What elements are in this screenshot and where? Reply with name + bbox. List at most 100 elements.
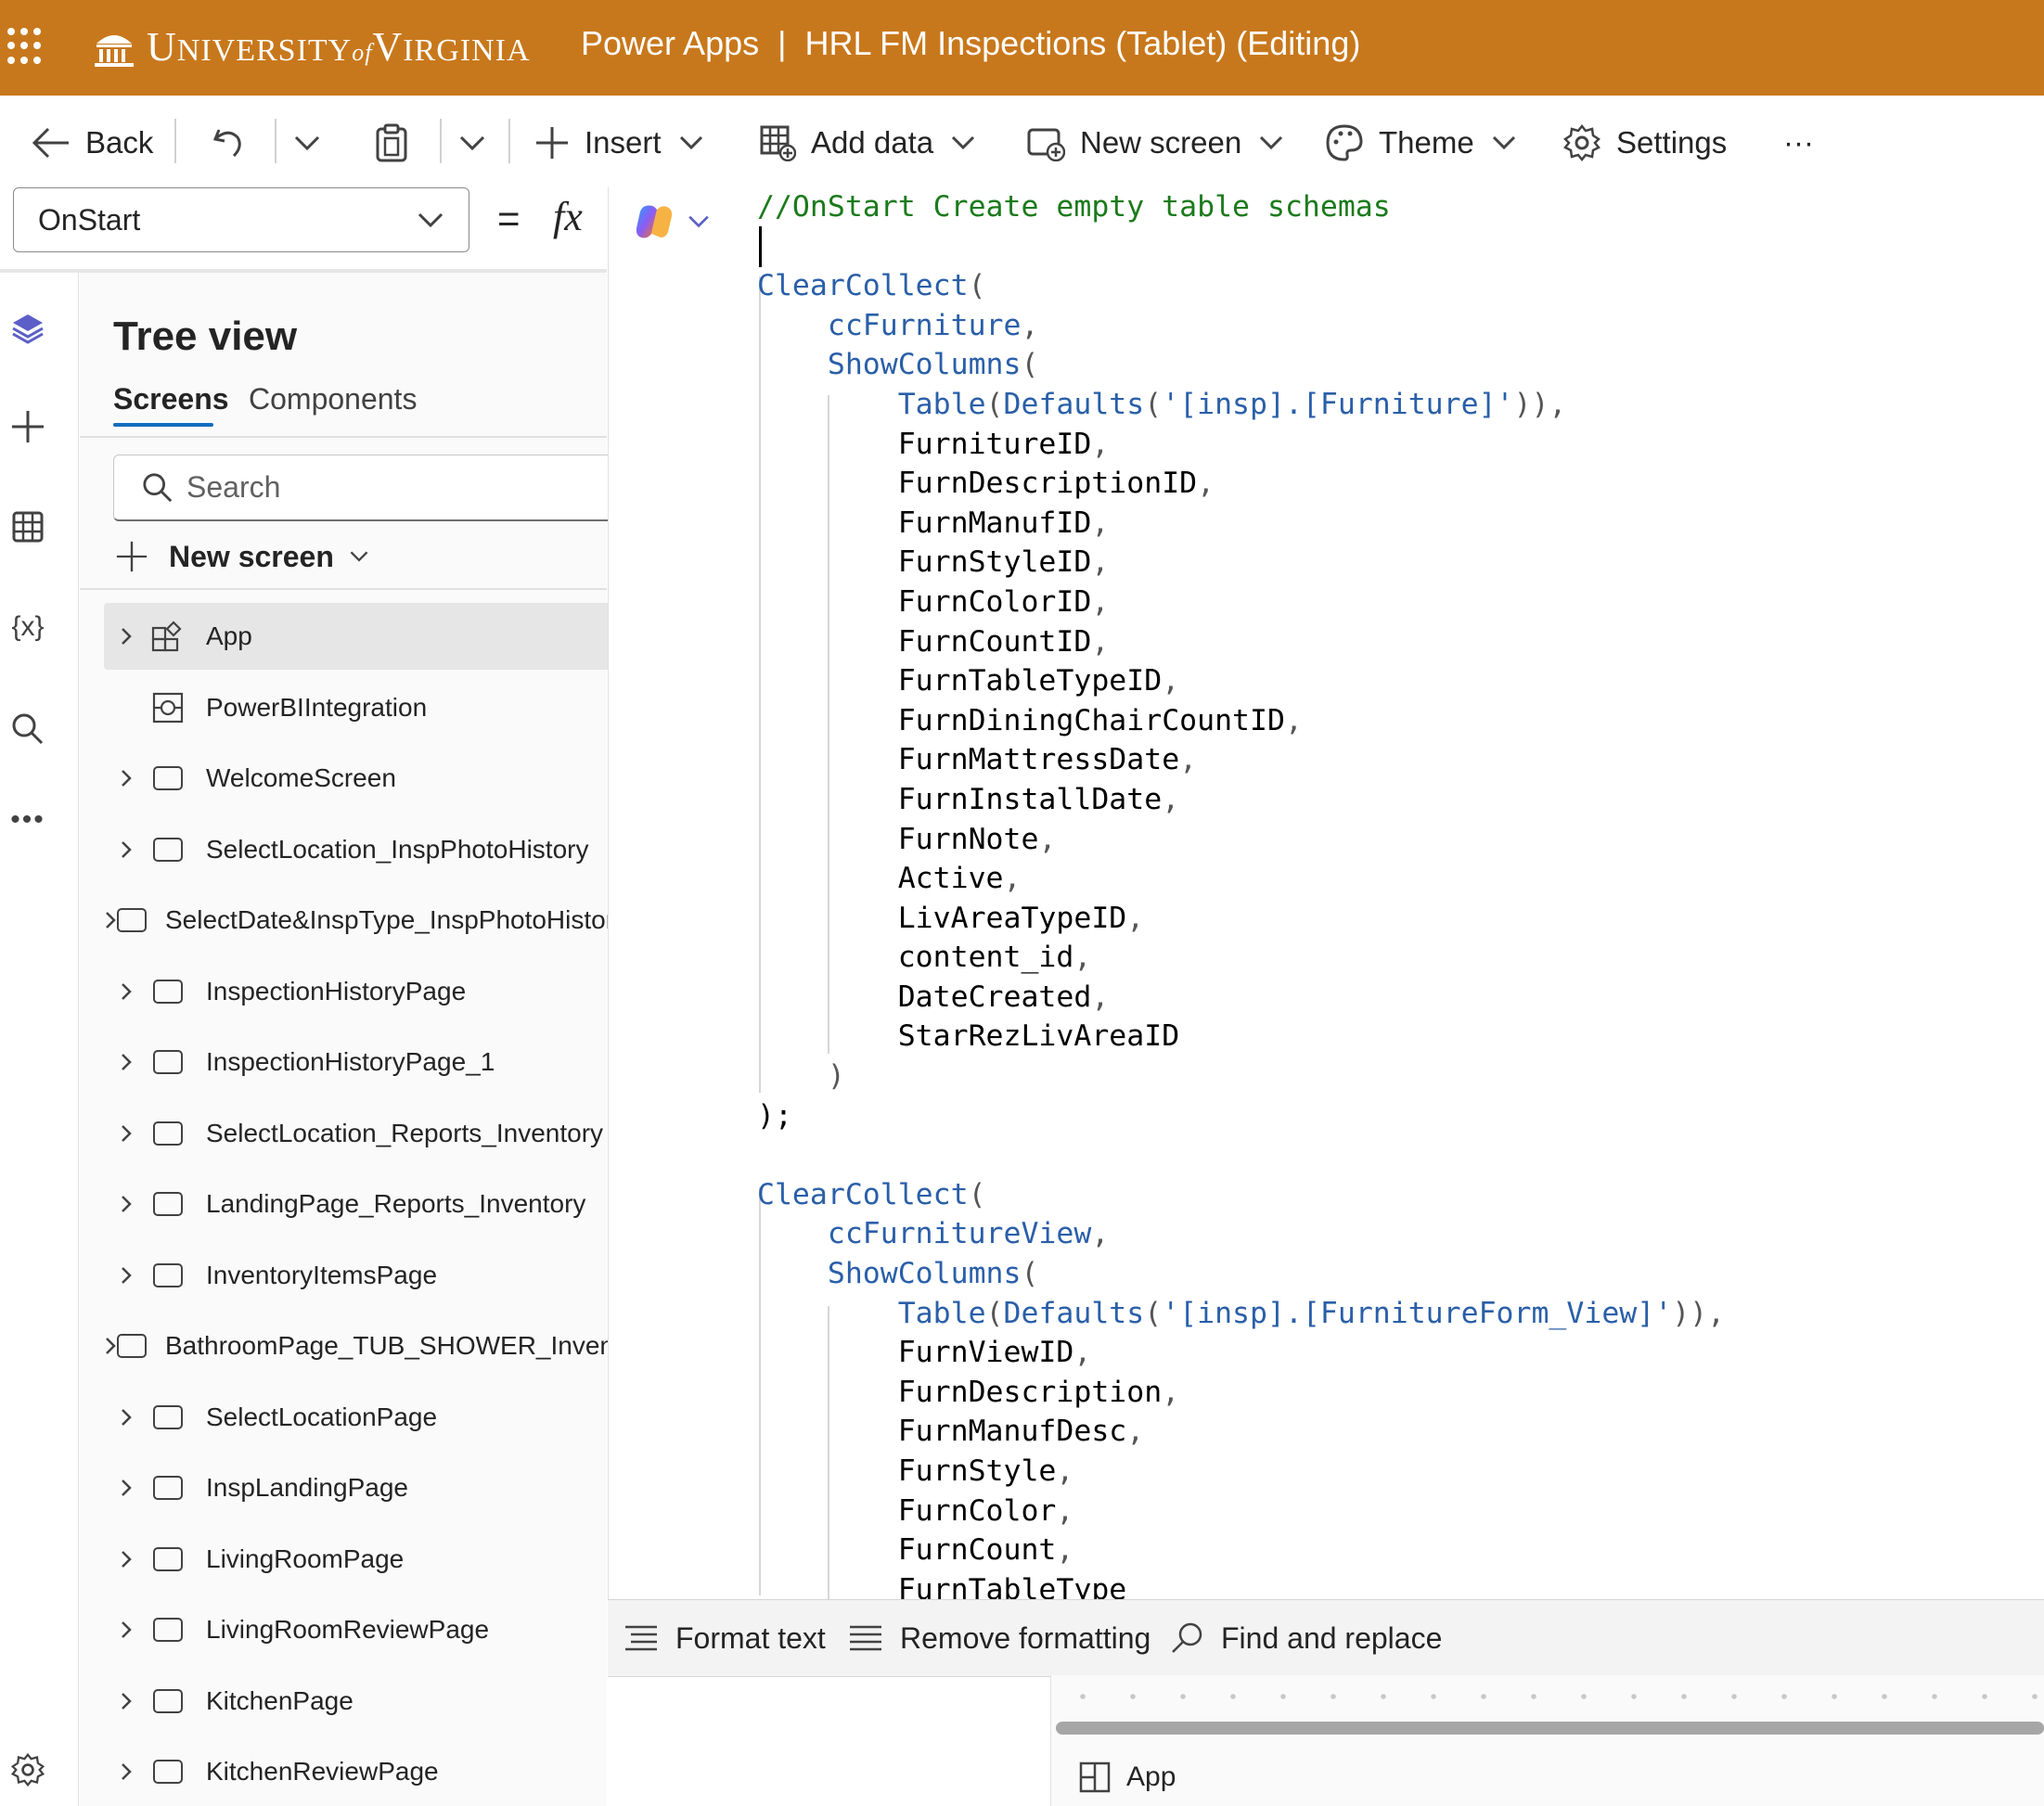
code-line: StarRezLivAreaID <box>757 1017 1725 1057</box>
chevron-right-icon[interactable] <box>104 1265 148 1286</box>
tree-item-label: InventoryItemsPage <box>206 1260 438 1289</box>
chevron-right-icon[interactable] <box>104 910 117 930</box>
code-token: ( <box>968 269 986 303</box>
chevron-right-icon[interactable] <box>104 1691 148 1711</box>
code-line: FurnitureID, <box>757 425 1725 465</box>
tree-new-screen-button[interactable]: New screen <box>115 534 369 579</box>
code-line: FurnStyle, <box>757 1452 1725 1492</box>
chevron-right-icon[interactable] <box>104 1336 117 1356</box>
tree-item[interactable]: SelectLocation_InspPhotoHistory <box>104 816 623 883</box>
tree-item[interactable]: LandingPage_Reports_Inventory <box>104 1171 623 1237</box>
code-token: ShowColumns <box>827 1257 1022 1291</box>
tree-item[interactable]: WelcomeScreen <box>104 745 623 812</box>
tree-item[interactable]: InspectionHistoryPage <box>104 958 623 1025</box>
tree-item[interactable]: InspLandingPage <box>104 1454 623 1521</box>
back-button[interactable]: Back <box>32 119 153 167</box>
code-token: FurnDiningChairCountID <box>897 703 1285 737</box>
tree-item[interactable]: InventoryItemsPage <box>104 1242 623 1309</box>
chevron-right-icon[interactable] <box>104 1478 148 1498</box>
data-icon[interactable] <box>7 506 48 547</box>
theme-button[interactable]: Theme <box>1325 119 1532 167</box>
tab-components[interactable]: Components <box>249 382 417 416</box>
format-text-button[interactable]: Format text <box>623 1616 826 1660</box>
code-token: , <box>1091 427 1110 461</box>
code-token: , <box>1162 664 1180 698</box>
chevron-right-icon[interactable] <box>104 981 148 1002</box>
code-line: FurnNote, <box>757 820 1725 860</box>
screen-icon <box>148 1543 187 1575</box>
code-token: , <box>1284 703 1303 737</box>
remove-formatting-label: Remove formatting <box>900 1620 1151 1655</box>
tree-item[interactable]: SelectLocation_Reports_Inventory <box>104 1100 623 1167</box>
undo-dropdown-button[interactable] <box>293 119 336 167</box>
insert-button[interactable]: Insert <box>534 119 719 167</box>
insert-icon[interactable] <box>7 406 48 447</box>
tree-item[interactable]: KitchenReviewPage <box>104 1738 623 1805</box>
chevron-right-icon[interactable] <box>104 839 148 860</box>
add-data-icon <box>760 125 796 161</box>
undo-icon <box>212 129 241 158</box>
tree-item[interactable]: App <box>104 603 623 670</box>
undo-button[interactable] <box>210 119 262 167</box>
code-token: ( <box>985 1296 1004 1330</box>
tree-item[interactable]: SelectDate&InspType_InspPhotoHistory <box>104 887 627 954</box>
add-data-button[interactable]: Add data <box>759 119 991 167</box>
code-token: Table <box>897 387 986 421</box>
remove-formatting-button[interactable]: Remove formatting <box>848 1616 1151 1660</box>
code-line: content_id, <box>757 938 1725 978</box>
app-title: Power Apps | HRL FM Inspections (Tablet)… <box>581 24 1361 62</box>
tree-item-label: WelcomeScreen <box>206 763 396 792</box>
chevron-right-icon[interactable] <box>104 626 148 647</box>
more-icon[interactable]: ••• <box>7 800 48 840</box>
search-icon[interactable] <box>7 709 48 749</box>
tree-item[interactable]: PowerBIIntegration <box>104 674 623 741</box>
canvas-scrollbar[interactable] <box>1056 1722 2044 1735</box>
divider <box>80 436 607 438</box>
more-options-button[interactable]: ··· <box>1783 119 1814 167</box>
new-screen-button[interactable]: New screen <box>1026 119 1299 167</box>
chevron-right-icon[interactable] <box>104 1549 148 1569</box>
code-token: '[insp].[Furniture]' <box>1162 387 1514 421</box>
variables-icon[interactable]: {x} <box>7 607 48 647</box>
clipboard-icon <box>376 123 407 162</box>
chevron-right-icon[interactable] <box>104 768 148 788</box>
left-rail: {x} ••• <box>0 273 79 1806</box>
selected-control-breadcrumb[interactable]: App <box>1078 1761 1176 1794</box>
tree-item[interactable]: LivingRoomPage <box>104 1526 623 1593</box>
tree-item[interactable]: LivingRoomReviewPage <box>104 1596 623 1663</box>
code-token: , <box>1091 624 1110 659</box>
tree-search-input[interactable]: Search <box>113 455 633 521</box>
screen-icon <box>148 762 187 794</box>
tree-item[interactable]: InspectionHistoryPage_1 <box>104 1029 623 1095</box>
chevron-right-icon[interactable] <box>104 1761 148 1782</box>
tree-item[interactable]: BathroomPage_TUB_SHOWER_Inventory <box>104 1313 658 1379</box>
tree-item-label: KitchenPage <box>206 1685 354 1715</box>
chevron-right-icon[interactable] <box>104 1052 148 1072</box>
fx-icon[interactable]: fx <box>553 193 583 240</box>
copilot-icon <box>636 205 673 238</box>
chevron-right-icon[interactable] <box>104 1620 148 1640</box>
tree-view-icon[interactable] <box>7 308 48 349</box>
tree-item[interactable]: SelectLocationPage <box>104 1384 623 1451</box>
paste-dropdown-button[interactable] <box>458 119 501 167</box>
code-token: FurnMattressDate <box>897 743 1180 777</box>
app-launcher-icon[interactable] <box>7 28 45 65</box>
property-dropdown[interactable]: OnStart <box>13 187 469 252</box>
chevron-right-icon[interactable] <box>104 1407 148 1428</box>
screen-icon <box>117 1330 147 1362</box>
chevron-right-icon[interactable] <box>104 1123 148 1144</box>
plus-icon <box>116 541 148 572</box>
tree-item-label: InspectionHistoryPage_1 <box>206 1047 495 1076</box>
tree-item[interactable]: KitchenPage <box>104 1668 623 1735</box>
tree-view-title: Tree view <box>113 314 298 359</box>
find-replace-button[interactable]: Find and replace <box>1169 1616 1442 1660</box>
tree-item-label: SelectLocationPage <box>206 1402 438 1431</box>
settings-gear-icon[interactable] <box>7 1749 48 1790</box>
uva-logo[interactable]: UNIVERSITYofVIRGINIA <box>93 20 531 72</box>
copilot-button[interactable] <box>633 200 711 243</box>
chevron-right-icon[interactable] <box>104 1194 148 1214</box>
paste-button[interactable] <box>375 119 423 167</box>
settings-button[interactable]: Settings <box>1562 119 1727 167</box>
tab-screens[interactable]: Screens <box>113 382 229 416</box>
code-text[interactable]: //OnStart Create empty table schemas Cle… <box>757 187 1725 1609</box>
